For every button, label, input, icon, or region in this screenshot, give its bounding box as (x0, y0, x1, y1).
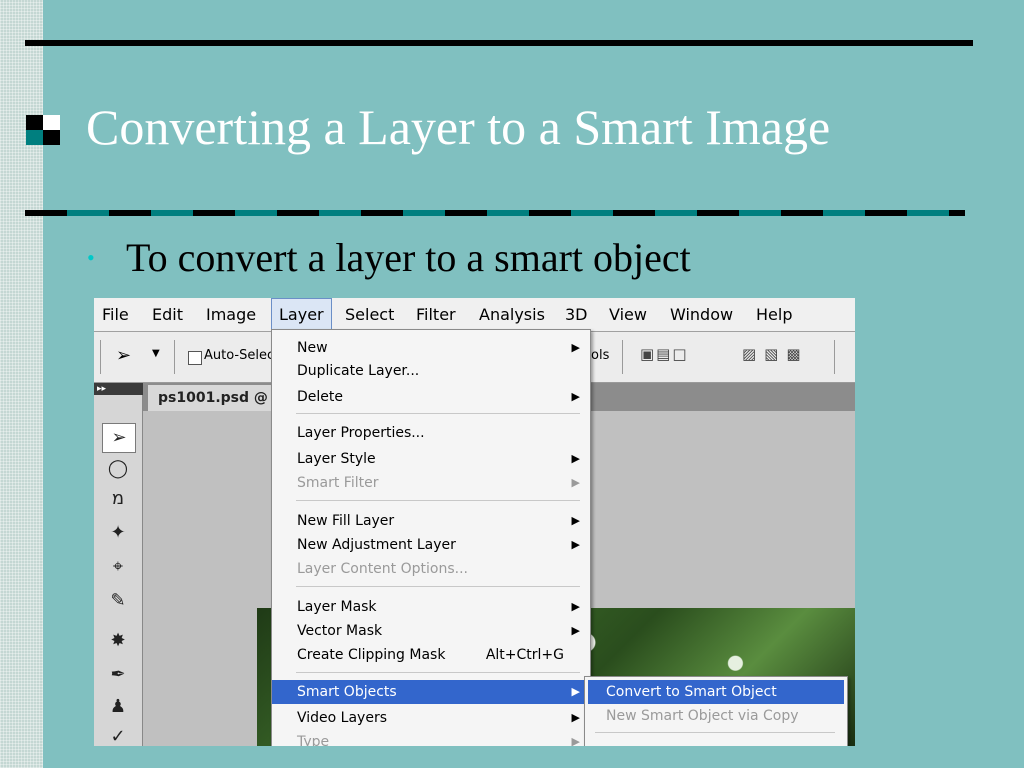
options-divider (622, 340, 623, 374)
move-tool-preset-icon[interactable]: ➢ (116, 345, 131, 366)
menu-image[interactable]: Image (206, 298, 256, 331)
menu-item-new[interactable]: New ▶ (272, 336, 590, 360)
auto-select-label: Auto-Selec (204, 348, 275, 363)
tools-panel-header[interactable]: ▸▸ (94, 383, 145, 395)
submenu-arrow-icon: ▶ (571, 476, 580, 489)
menu-item-new-smart-object-via-copy: New Smart Object via Copy (606, 708, 799, 724)
menu-item-layer-content-options: Layer Content Options... (297, 561, 468, 577)
distribute-icons[interactable]: ▨▧▩ (742, 345, 809, 363)
menu-item-new-fill-layer[interactable]: New Fill Layer ▶ (272, 509, 590, 533)
tools-panel: ▸▸ ➢ ◯ מ ✦ ⌖ ✎ ✸ ✒ ♟ ✓ (94, 383, 145, 746)
brush-tool-icon[interactable]: ✒ (102, 661, 134, 689)
lasso-tool-icon[interactable]: מ (102, 485, 134, 513)
quick-select-tool-icon[interactable]: ✦ (102, 519, 134, 547)
submenu-arrow-icon: ▶ (571, 341, 580, 354)
menu-3d[interactable]: 3D (565, 298, 588, 331)
menu-analysis[interactable]: Analysis (479, 298, 545, 331)
menu-item-type: Type ▶ (272, 730, 590, 746)
menu-item-layer-properties[interactable]: Layer Properties... (272, 421, 590, 445)
crop-tool-icon[interactable]: ⌖ (102, 553, 134, 581)
menu-item-layer-mask[interactable]: Layer Mask ▶ (272, 595, 590, 619)
align-icons[interactable]: ▣▤□ (640, 345, 689, 363)
options-divider (834, 340, 835, 374)
menu-item-duplicate-layer[interactable]: Duplicate Layer... (272, 359, 590, 383)
photoshop-screenshot: File Edit Image Layer Select Filter Anal… (94, 298, 855, 746)
menu-help[interactable]: Help (756, 298, 792, 331)
submenu-arrow-icon: ▶ (571, 390, 580, 403)
submenu-arrow-icon: ▶ (571, 735, 580, 746)
options-divider (174, 340, 175, 374)
menu-window[interactable]: Window (670, 298, 733, 331)
submenu-arrow-icon: ▶ (571, 685, 580, 698)
auto-select-checkbox[interactable] (188, 351, 202, 365)
menu-separator (296, 672, 580, 673)
menu-item-layer-style[interactable]: Layer Style ▶ (272, 447, 590, 471)
title-bullet-icon (26, 115, 60, 145)
menu-bar: File Edit Image Layer Select Filter Anal… (94, 298, 855, 332)
menu-item-smart-objects[interactable]: Smart Objects ▶ (272, 680, 590, 704)
healing-tool-icon[interactable]: ✸ (102, 627, 134, 655)
bullet-dot-icon: • (87, 245, 95, 270)
menu-layer[interactable]: Layer (271, 298, 332, 331)
menu-item-create-clipping-mask[interactable]: Create Clipping Mask Alt+Ctrl+G (272, 643, 590, 667)
menu-file[interactable]: File (102, 298, 129, 331)
submenu-arrow-icon: ▶ (571, 600, 580, 613)
menu-separator (296, 586, 580, 587)
marquee-tool-icon[interactable]: ◯ (102, 455, 134, 483)
menu-item-smart-filter: Smart Filter ▶ (272, 471, 590, 495)
menu-separator (296, 500, 580, 501)
submenu-arrow-icon: ▶ (571, 538, 580, 551)
top-rule (25, 40, 973, 46)
menu-select[interactable]: Select (345, 298, 394, 331)
eyedropper-tool-icon[interactable]: ✎ (102, 587, 134, 615)
options-grip (100, 340, 101, 374)
menu-item-convert-to-smart-object[interactable]: Convert to Smart Object (588, 680, 844, 704)
submenu-arrow-icon: ▶ (571, 711, 580, 724)
submenu-arrow-icon: ▶ (571, 624, 580, 637)
chevron-down-icon[interactable]: ▼ (152, 348, 160, 359)
shortcut-label: Alt+Ctrl+G (485, 647, 564, 663)
menu-item-vector-mask[interactable]: Vector Mask ▶ (272, 619, 590, 643)
show-transform-label: ols (591, 348, 610, 363)
menu-item-video-layers[interactable]: Video Layers ▶ (272, 706, 590, 730)
title-underline (25, 210, 965, 216)
menu-edit[interactable]: Edit (152, 298, 183, 331)
menu-view[interactable]: View (609, 298, 647, 331)
history-brush-tool-icon[interactable]: ✓ (102, 723, 134, 746)
menu-separator (296, 413, 580, 414)
menu-item-delete[interactable]: Delete ▶ (272, 385, 590, 409)
layer-menu-dropdown: New ▶ Duplicate Layer... Delete ▶ Layer Pr… (271, 329, 591, 746)
menu-filter[interactable]: Filter (416, 298, 456, 331)
smart-objects-submenu: Convert to Smart Object New Smart Object… (584, 676, 848, 746)
submenu-arrow-icon: ▶ (571, 452, 580, 465)
slide-title: Converting a Layer to a Smart Image (86, 99, 831, 155)
menu-separator (595, 732, 835, 733)
bullet-text: To convert a layer to a smart object (126, 235, 691, 280)
submenu-arrow-icon: ▶ (571, 514, 580, 527)
menu-item-new-adjustment-layer[interactable]: New Adjustment Layer ▶ (272, 533, 590, 557)
stamp-tool-icon[interactable]: ♟ (102, 693, 134, 721)
move-tool-icon[interactable]: ➢ (102, 423, 136, 453)
